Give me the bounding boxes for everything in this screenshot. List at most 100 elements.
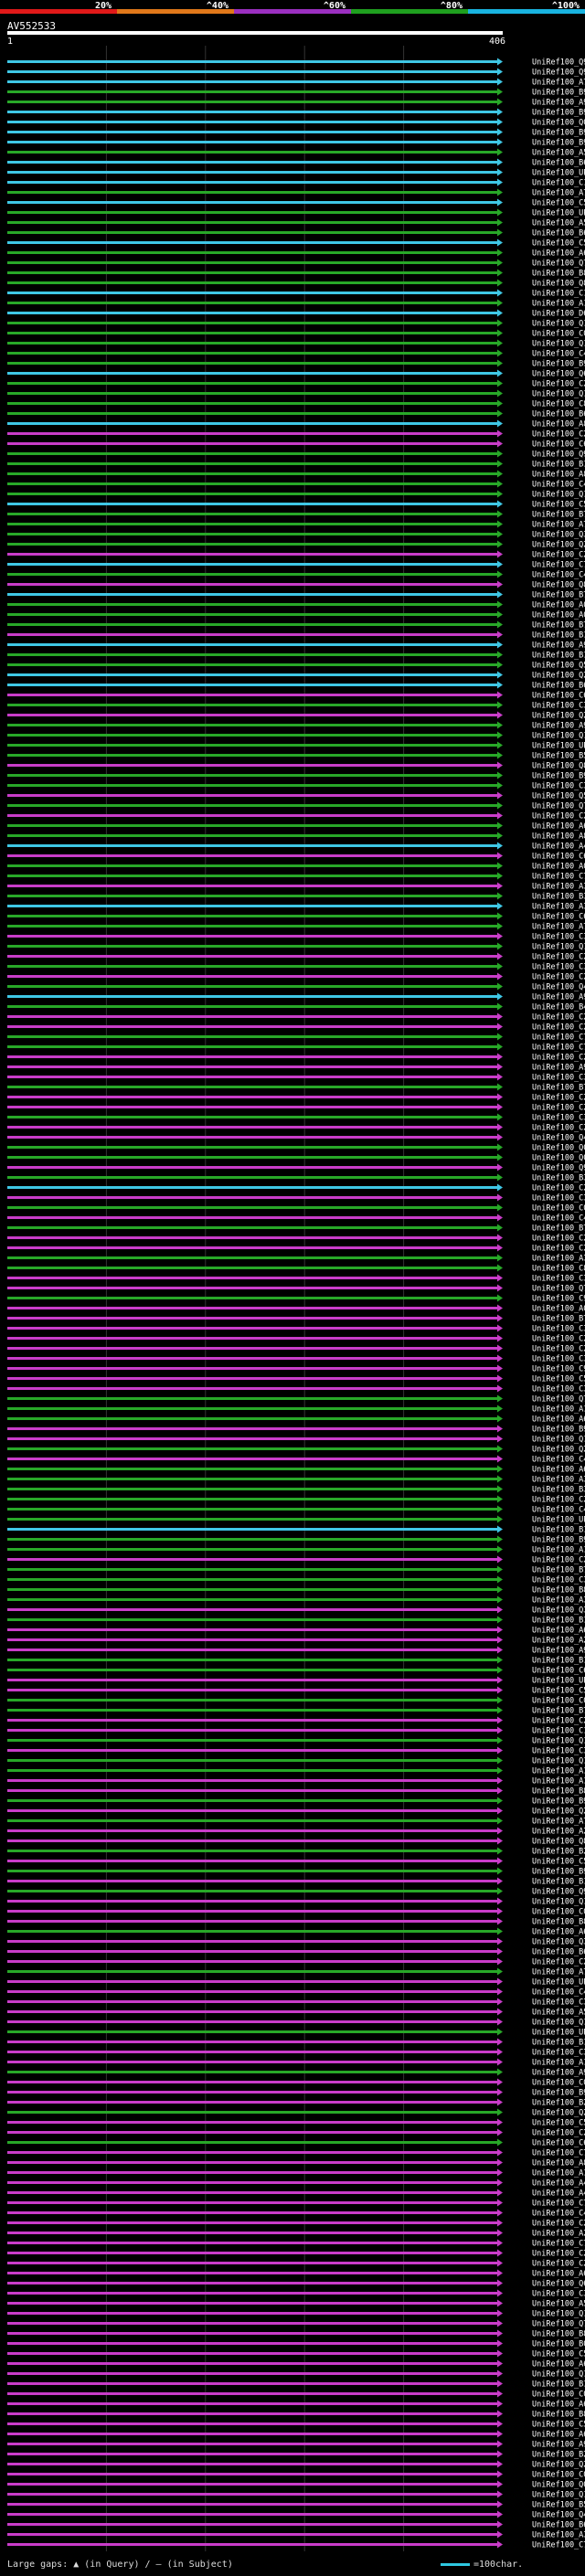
hit-bar [7, 2292, 498, 2295]
hit-arrow [497, 1525, 503, 1533]
hit-bar [7, 1940, 498, 1943]
hit-bar [7, 1669, 498, 1671]
hit-label: UniRef100_Q8RNU4 [532, 1838, 585, 1847]
hit-bar [7, 201, 498, 204]
hit-bar [7, 302, 498, 304]
hit-arrow [497, 721, 503, 729]
hit-label: UniRef100_A1W344 [532, 1546, 585, 1555]
hit-label: UniRef100_A6C7B9 [532, 249, 585, 259]
hit-arrow [497, 2380, 503, 2388]
hit-label: UniRef100_C2UMP7 [532, 551, 585, 560]
hit-label: UniRef100_B6ASA1 [532, 410, 585, 419]
hit-label: UniRef100_A3SHM6 [532, 1255, 585, 1264]
hit-bar [7, 2101, 498, 2104]
hit-label: UniRef100_C2TFA0 [532, 1104, 585, 1113]
hit-bar [7, 1226, 498, 1229]
hit-bar [7, 563, 498, 566]
hit-bar [7, 633, 498, 636]
hit-arrow [497, 631, 503, 639]
hit-bar [7, 1769, 498, 1772]
hit-bar [7, 1870, 498, 1872]
hit-bar [7, 2272, 498, 2274]
hit-bar [7, 1588, 498, 1591]
hit-label: UniRef100_Q7W489 [532, 2320, 585, 2329]
hit-bar [7, 714, 498, 716]
hit-label: UniRef100_A6CM15 [532, 822, 585, 832]
hit-bar [7, 2352, 498, 2355]
hit-label: UniRef100_C2SBE5 [532, 1184, 585, 1193]
hit-arrow [497, 1706, 503, 1714]
hit-label: UniRef100_C6BUD3 [532, 853, 585, 862]
hit-arrow [497, 942, 503, 950]
hit-label: UniRef100_Q73F00 [532, 802, 585, 811]
hit-bar [7, 472, 498, 475]
hit-bar [7, 493, 498, 495]
hit-label: UniRef100_A3SW05 [532, 1596, 585, 1606]
hit-label: UniRef100_Q6YAA9 [532, 370, 585, 379]
hit-label: UniRef100_A0B571 [532, 601, 585, 610]
hit-arrow [497, 2168, 503, 2177]
hit-label: UniRef100_B2ST94 [532, 2451, 585, 2460]
hit-bar [7, 2181, 498, 2184]
hit-label: UniRef100_A9I4K5 [532, 722, 585, 731]
hit-label: UniRef100_C3DPM2 [532, 1385, 585, 1394]
hit-arrow [497, 1575, 503, 1584]
hit-label: UniRef100_B5JWF8 [532, 2501, 585, 2510]
hit-arrow [497, 1977, 503, 1986]
hit-label: UniRef100_Q216P7 [532, 1446, 585, 1455]
hit-bar [7, 995, 498, 998]
identity-scale-bar: 20% ^40% ^60% ^80% ^100% [0, 1, 585, 14]
hit-bar [7, 724, 498, 726]
hit-label: UniRef100_C0ZBK3 [532, 2079, 585, 2088]
hit-bar [7, 2201, 498, 2204]
hit-arrow [497, 1334, 503, 1342]
hit-bar [7, 754, 498, 757]
hit-label: UniRef100_A4TS52 [532, 2189, 585, 2199]
hit-label: UniRef100_Q1EPJ1 [532, 320, 585, 329]
hit-label: UniRef100_C4LFR9 [532, 2210, 585, 2219]
hit-bar [7, 653, 498, 656]
hit-label: UniRef100_Q8BUE9 [532, 581, 585, 590]
hit-bar [7, 2533, 498, 2536]
hit-arrow [497, 1023, 503, 1031]
hit-arrow [497, 1063, 503, 1071]
hit-arrow [497, 1405, 503, 1413]
hit-bar [7, 80, 498, 83]
hit-label: UniRef100_B7PRM8 [532, 1707, 585, 1716]
hit-label: UniRef100_C1Q093 [532, 1727, 585, 1736]
hit-bar [7, 1206, 498, 1209]
hit-arrow [497, 128, 503, 136]
legend-footer: Large gaps: ▲ (in Query) / – (in Subject… [0, 2555, 585, 2576]
hit-arrow [497, 1857, 503, 1865]
hit-bar [7, 2543, 498, 2546]
hit-bar [7, 2322, 498, 2325]
hit-bar [7, 231, 498, 234]
hit-label: UniRef100_Q6D175 [532, 2280, 585, 2289]
hit-label: UniRef100_C5XJB4 [532, 239, 585, 249]
hit-bar [7, 935, 498, 938]
hit-label: UniRef100_C6B0T7 [532, 2139, 585, 2148]
hit-bar [7, 1287, 498, 1289]
hit-bar [7, 1518, 498, 1521]
hit-label: UniRef100_A9VFE5 [532, 1647, 585, 1656]
hit-arrow [497, 1374, 503, 1383]
hit-label: UniRef100_Q2NR11 [532, 712, 585, 721]
hit-label: UniRef100_C5VXQ7 [532, 1858, 585, 1867]
hit-bar [7, 2382, 498, 2385]
hit-label: UniRef100_A8LZY1 [532, 420, 585, 429]
hit-label: UniRef100_C5DBX6 [532, 501, 585, 510]
hit-arrow [497, 1364, 503, 1373]
hit-label: UniRef100_B0TDV2 [532, 2340, 585, 2349]
hit-arrow [497, 952, 503, 960]
hit-arrow [497, 2410, 503, 2418]
hit-label: UniRef100_C5T8P0 [532, 1687, 585, 1696]
hit-bar [7, 613, 498, 616]
hit-arrow [497, 1224, 503, 1232]
hit-label: UniRef100_B9J598 [532, 1426, 585, 1435]
hit-bar [7, 1437, 498, 1440]
hit-label: UniRef100_Q1WVR4 [532, 491, 585, 500]
hit-label: UniRef100_B6TX19 [532, 229, 585, 239]
hit-label: UniRef100_B7H933 [532, 1084, 585, 1093]
hit-bar [7, 2111, 498, 2114]
hit-arrow [497, 2299, 503, 2307]
